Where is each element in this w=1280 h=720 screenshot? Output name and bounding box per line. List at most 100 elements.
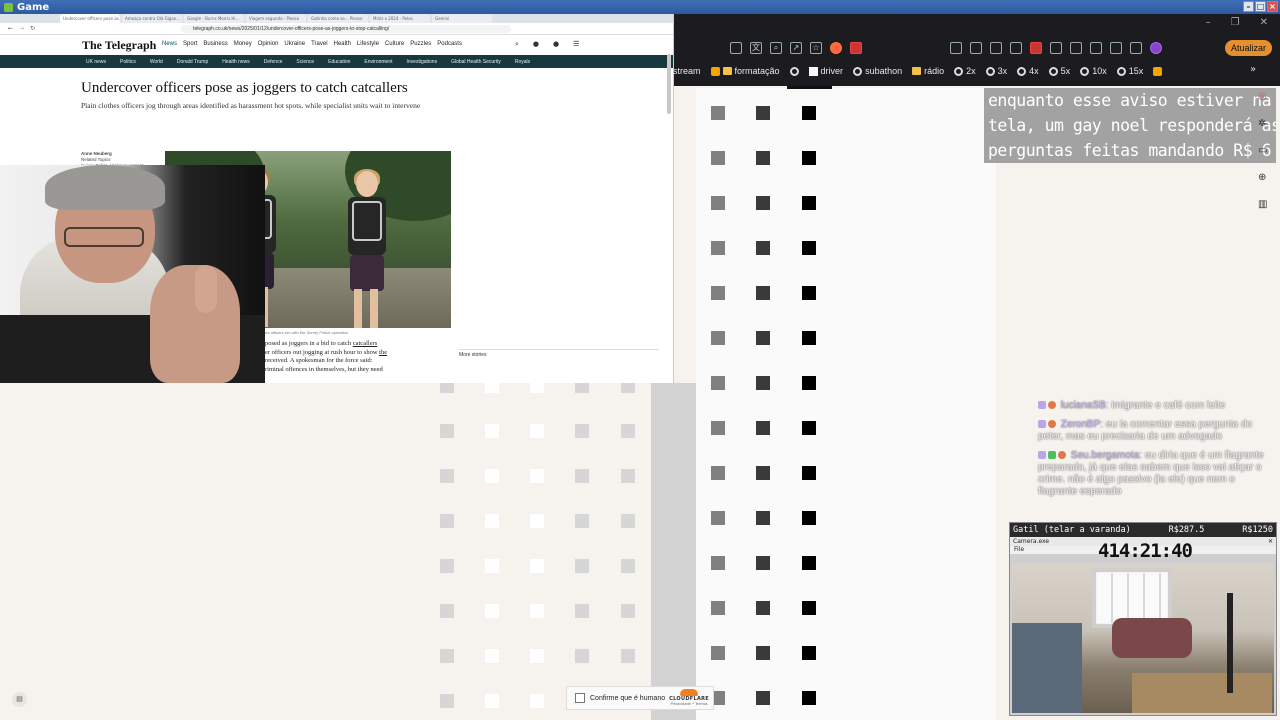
close-icon[interactable]: ✕: [1260, 17, 1268, 28]
nav-business[interactable]: Business: [203, 41, 227, 47]
bookmark-youtube[interactable]: [1153, 66, 1163, 76]
forward-icon[interactable]: →: [19, 25, 24, 32]
browser-tab[interactable]: Gemini: [432, 14, 492, 23]
nav-news[interactable]: News: [162, 41, 177, 47]
extension-5-icon[interactable]: [1030, 42, 1042, 54]
bookmark-2x[interactable]: 2x: [954, 66, 976, 76]
brave-shield-icon[interactable]: [830, 42, 842, 54]
bookmark-stream[interactable]: stream: [673, 66, 701, 76]
puzzle-icon[interactable]: [1050, 42, 1062, 54]
bookmark-radio[interactable]: rádio: [912, 66, 944, 76]
url-input[interactable]: telegraph.co.uk/news/2025/01/12/undercov…: [181, 24, 512, 33]
site-logo[interactable]: The Telegraph: [82, 38, 156, 53]
nav-culture[interactable]: Culture: [385, 41, 404, 47]
video-icon[interactable]: ▭: [1258, 145, 1267, 156]
extension-6-icon[interactable]: [1070, 42, 1082, 54]
page-scrollbar[interactable]: [667, 54, 671, 114]
nav-puzzles[interactable]: Puzzles: [410, 41, 431, 47]
subnav-item[interactable]: Science: [296, 59, 314, 65]
share-icon[interactable]: ↗: [790, 42, 802, 54]
browser-tab[interactable]: Gatinha como se... Piesso: [308, 14, 368, 23]
bookmark-4x[interactable]: 4x: [1017, 66, 1039, 76]
browser-tab[interactable]: Miniz x 2024 - Pelos: [370, 14, 430, 23]
profile-circle-icon[interactable]: ◎: [1258, 91, 1267, 102]
subnav-item[interactable]: World: [150, 59, 163, 65]
subnav-item[interactable]: Politics: [120, 59, 136, 65]
zoom-icon[interactable]: ⌕: [770, 42, 782, 54]
translate-icon[interactable]: 文: [750, 42, 762, 54]
vpn-icon[interactable]: [1130, 42, 1142, 54]
minimize-button[interactable]: –: [1243, 1, 1254, 12]
badge-icon: [1048, 401, 1056, 409]
extension-3-icon[interactable]: [990, 42, 1002, 54]
subnav-item[interactable]: Health news: [222, 59, 250, 65]
subnav-item[interactable]: Education: [328, 59, 350, 65]
close-button[interactable]: ×: [1267, 1, 1278, 12]
reload-icon[interactable]: ↻: [30, 25, 35, 32]
nav-opinion[interactable]: Opinion: [258, 41, 279, 47]
extension-1-icon[interactable]: [950, 42, 962, 54]
pattern-dot: [756, 601, 770, 615]
browser-tab[interactable]: Ameaça contra Olá Gigan...: [122, 14, 182, 23]
browser-tab[interactable]: Undercover officers pose as...: [60, 14, 120, 23]
captcha-checkbox[interactable]: [575, 693, 585, 703]
taskbar-icon[interactable]: ▤: [12, 692, 27, 707]
chat-username[interactable]: Seu.bergamota: [1071, 450, 1139, 461]
more-stories-heading[interactable]: More stories: [459, 349, 659, 358]
captcha-links[interactable]: Privacidade • Termos: [669, 702, 709, 706]
subnav-item[interactable]: Global Health Security: [451, 59, 501, 65]
nav-ukraine[interactable]: Ukraine: [284, 41, 305, 47]
subnav-item[interactable]: Donald Trump: [177, 59, 208, 65]
browser-tab[interactable]: Viagem segunda - Piesso: [246, 14, 306, 23]
brave-rewards-icon[interactable]: [850, 42, 862, 54]
nav-money[interactable]: Money: [234, 41, 252, 47]
search-icon[interactable]: ⌕: [515, 40, 519, 49]
restore-icon[interactable]: ❐: [1231, 17, 1240, 28]
sidebar-icon[interactable]: [1090, 42, 1102, 54]
maximize-button[interactable]: □: [1255, 1, 1266, 12]
account-icon[interactable]: ●: [553, 40, 559, 49]
bookmark-formatacao[interactable]: formatação: [710, 66, 780, 76]
chat-username[interactable]: ZeronBP: [1061, 419, 1100, 430]
catcallers-link[interactable]: catcallers: [353, 340, 378, 347]
close-icon[interactable]: ✕: [1268, 537, 1273, 546]
nav-lifestyle[interactable]: Lifestyle: [357, 41, 379, 47]
inline-link[interactable]: the: [379, 349, 387, 356]
notification-icon[interactable]: ●: [533, 40, 539, 49]
bookmark-15x[interactable]: 15x: [1116, 66, 1143, 76]
more-bookmarks-icon[interactable]: »: [1250, 64, 1256, 75]
bookmark-10x[interactable]: 10x: [1080, 66, 1107, 76]
profile-icon[interactable]: [1150, 42, 1162, 54]
nav-sport[interactable]: Sport: [183, 41, 197, 47]
pattern-dot: [802, 421, 816, 435]
pattern-dot: [440, 469, 454, 483]
zoom-in-icon[interactable]: ⊕: [1258, 172, 1267, 183]
extension-2-icon[interactable]: [970, 42, 982, 54]
chat-username[interactable]: lucianaSB: [1061, 400, 1106, 411]
gear-icon[interactable]: ✲: [1258, 118, 1267, 129]
bookmark-5x[interactable]: 5x: [1048, 66, 1070, 76]
bookmark-star-icon[interactable]: ☆: [810, 42, 822, 54]
bookmark-globe[interactable]: [789, 66, 799, 76]
menu-icon[interactable]: ☰: [573, 40, 579, 49]
subnav-item[interactable]: Defence: [264, 59, 283, 65]
nav-health[interactable]: Health: [334, 41, 351, 47]
nav-podcasts[interactable]: Podcasts: [437, 41, 462, 47]
extension-4-icon[interactable]: [1010, 42, 1022, 54]
back-icon[interactable]: ←: [8, 25, 13, 32]
bookmark-subathon[interactable]: subathon: [853, 66, 902, 76]
screenshot-icon[interactable]: [730, 42, 742, 54]
browser-tab[interactable]: Google - Burns Morris Hi...: [184, 14, 244, 23]
bookmark-driver[interactable]: driver: [808, 66, 843, 76]
subnav-item[interactable]: UK news: [86, 59, 106, 65]
nav-travel[interactable]: Travel: [311, 41, 327, 47]
globe-icon: [954, 66, 964, 76]
subnav-item[interactable]: Royals: [515, 59, 530, 65]
subnav-item[interactable]: Investigations: [407, 59, 438, 65]
minimize-icon[interactable]: –: [1206, 17, 1211, 28]
bookmark-3x[interactable]: 3x: [985, 66, 1007, 76]
subnav-item[interactable]: Environment: [364, 59, 392, 65]
wallet-icon[interactable]: [1110, 42, 1122, 54]
update-button[interactable]: Atualizar: [1224, 40, 1272, 56]
chart-icon[interactable]: ▥: [1258, 199, 1267, 210]
